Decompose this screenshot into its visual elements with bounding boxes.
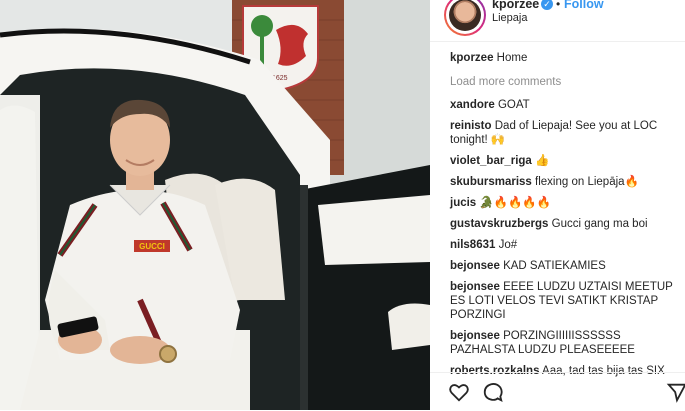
comment-text: KAD SATIEKAMIES [503,260,606,272]
instagram-post: 1625 GUCCI kporzee ✓ • Follow Liepaja kp… [0,0,685,410]
location-link[interactable]: Liepaja [492,12,527,24]
comment-item: gustavskruzbergs Gucci gang ma boi [450,217,682,231]
comment-item: reinisto Dad of Liepaja! See you at LOC … [450,119,682,147]
comment-username[interactable]: bejonsee [450,281,500,293]
comment-item: xandore GOAT [450,98,682,112]
post-side-panel: kporzee ✓ • Follow Liepaja kporzee Home … [430,0,685,410]
share-icon[interactable] [666,381,685,403]
header-divider [430,41,685,42]
comment-text: Gucci gang ma boi [551,218,648,230]
comment-text: flexing on Liepāja🔥 [535,176,639,188]
header-username[interactable]: kporzee [492,0,539,11]
avatar-ring [446,0,484,34]
jacket-logo-text: GUCCI [139,242,165,251]
comment-username[interactable]: xandore [450,99,495,111]
load-more-comments-button[interactable]: Load more comments [450,75,682,89]
comment-username[interactable]: jucis [450,197,476,209]
comment-username[interactable]: reinisto [450,120,492,132]
comment-username[interactable]: bejonsee [450,330,500,342]
comment-text: GOAT [497,99,530,111]
verified-badge-icon: ✓ [541,0,553,10]
caption-username[interactable]: kporzee [450,52,493,64]
comment-item: jucis 🐊🔥🔥🔥🔥 [450,196,682,210]
post-caption: kporzee Home [450,51,682,65]
comment-username[interactable]: bejonsee [450,260,500,272]
comment-item: nils8631 Jo# [450,238,682,252]
comment-username[interactable]: nils8631 [450,239,495,251]
follow-button[interactable]: Follow [564,0,604,11]
comment-item: bejonsee PORZINGIIIIIISSSSSS PAZHALSTA L… [450,329,682,357]
comment-item: skubursmariss flexing on Liepāja🔥 [450,175,682,189]
comment-username[interactable]: gustavskruzbergs [450,218,548,230]
comment-text: Jo# [498,239,518,251]
comment-item: bejonsee KAD SATIEKAMIES [450,259,682,273]
comments-list: kporzee Home Load more comments xandore … [450,51,682,385]
comment-username[interactable]: skubursmariss [450,176,532,188]
watch [159,345,177,363]
post-actions-bar [430,372,685,411]
comment-text: 🐊🔥🔥🔥🔥 [479,197,552,209]
post-photo[interactable]: 1625 GUCCI [0,0,430,410]
photo-illustration: 1625 GUCCI [0,0,430,410]
avatar-image [449,0,481,31]
avatar[interactable] [444,0,486,36]
comment-bubble-icon[interactable] [482,381,504,403]
post-header: kporzee ✓ • Follow Liepaja [430,0,685,38]
comment-text: 👍 [535,155,550,167]
comment-username[interactable]: violet_bar_riga [450,155,532,167]
comment-item: violet_bar_riga 👍 [450,154,682,168]
header-separator: • [556,0,561,11]
heart-icon[interactable] [448,381,470,403]
comment-item: bejonsee EEEE LUDZU UZTAISI MEETUP ES LO… [450,280,682,322]
caption-text: Home [496,52,528,64]
